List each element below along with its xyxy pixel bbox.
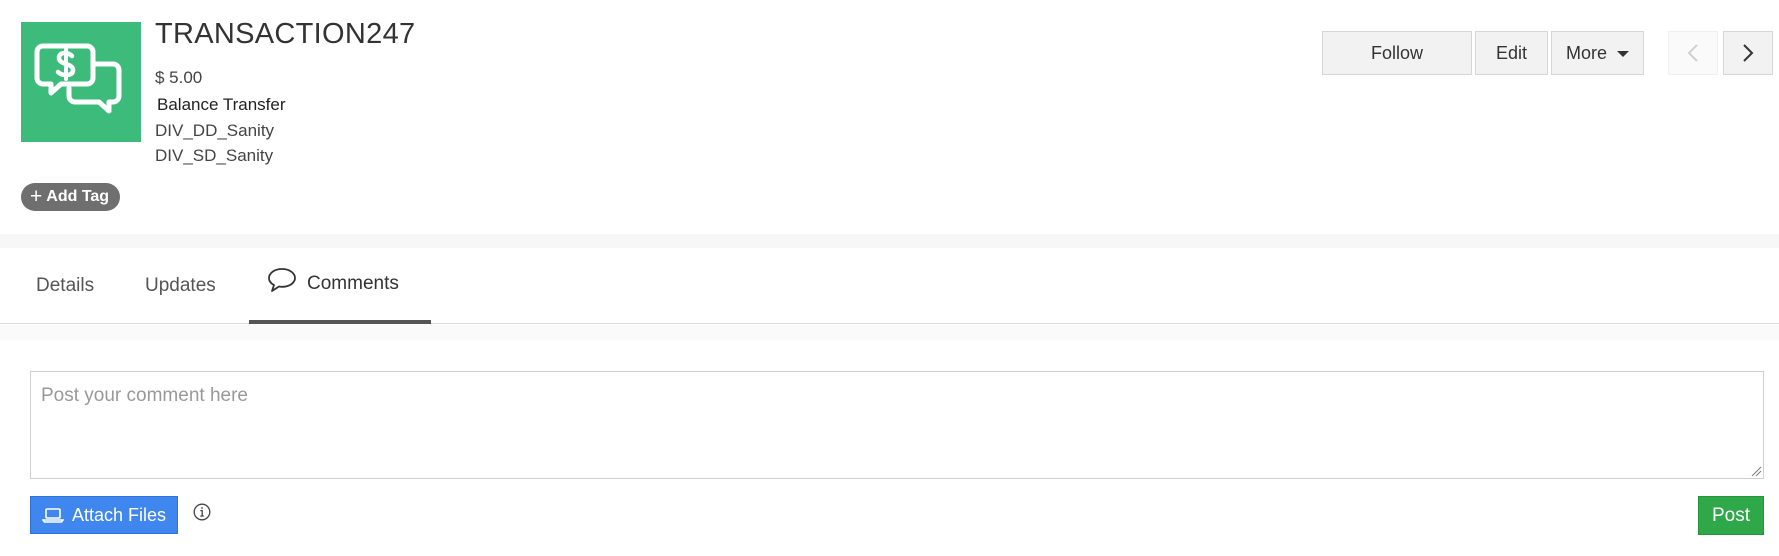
info-icon[interactable] <box>193 503 211 521</box>
add-tag-button[interactable]: + Add Tag <box>21 183 121 211</box>
record-title: TRANSACTION247 <box>155 18 416 50</box>
tab-comments[interactable]: Comments <box>249 248 431 324</box>
post-button[interactable]: Post <box>1698 496 1764 535</box>
tab-content-divider <box>0 325 1779 340</box>
record-division-2: DIV_SD_Sanity <box>155 146 274 165</box>
record-tabs: Details Updates Comments <box>0 248 1779 324</box>
attach-files-button[interactable]: Attach Files <box>30 496 178 534</box>
dollar-chat-icon <box>34 43 122 114</box>
speech-bubble-icon <box>268 268 296 292</box>
attach-files-label: Attach Files <box>71 504 167 525</box>
record-division-1: DIV_DD_Sanity <box>155 121 275 140</box>
edit-button[interactable]: Edit <box>1475 31 1548 75</box>
record-amount: $ 5.00 <box>155 68 203 87</box>
more-label: More <box>1565 42 1607 63</box>
tab-updates[interactable]: Updates <box>145 248 216 324</box>
tab-comments-label: Comments <box>307 273 399 294</box>
section-divider <box>0 234 1779 248</box>
record-actions: Follow Edit More <box>1322 31 1644 75</box>
record-navigation <box>1668 31 1773 75</box>
tab-details[interactable]: Details <box>36 248 94 324</box>
previous-record-button[interactable] <box>1668 31 1718 75</box>
follow-button[interactable]: Follow <box>1322 31 1472 75</box>
add-tag-label: Add Tag <box>46 188 110 205</box>
record-type: Balance Transfer <box>157 95 286 114</box>
record-header: TRANSACTION247 $ 5.00 Balance Transfer D… <box>0 0 1779 234</box>
more-button[interactable]: More <box>1551 31 1644 75</box>
comment-input[interactable] <box>30 371 1764 479</box>
caret-down-icon <box>1617 51 1629 57</box>
record-logo <box>21 22 141 142</box>
laptop-icon <box>41 508 64 523</box>
chevron-right-icon <box>1743 44 1754 62</box>
next-record-button[interactable] <box>1723 31 1773 75</box>
plus-icon: + <box>30 184 43 208</box>
chevron-left-icon <box>1687 44 1698 62</box>
